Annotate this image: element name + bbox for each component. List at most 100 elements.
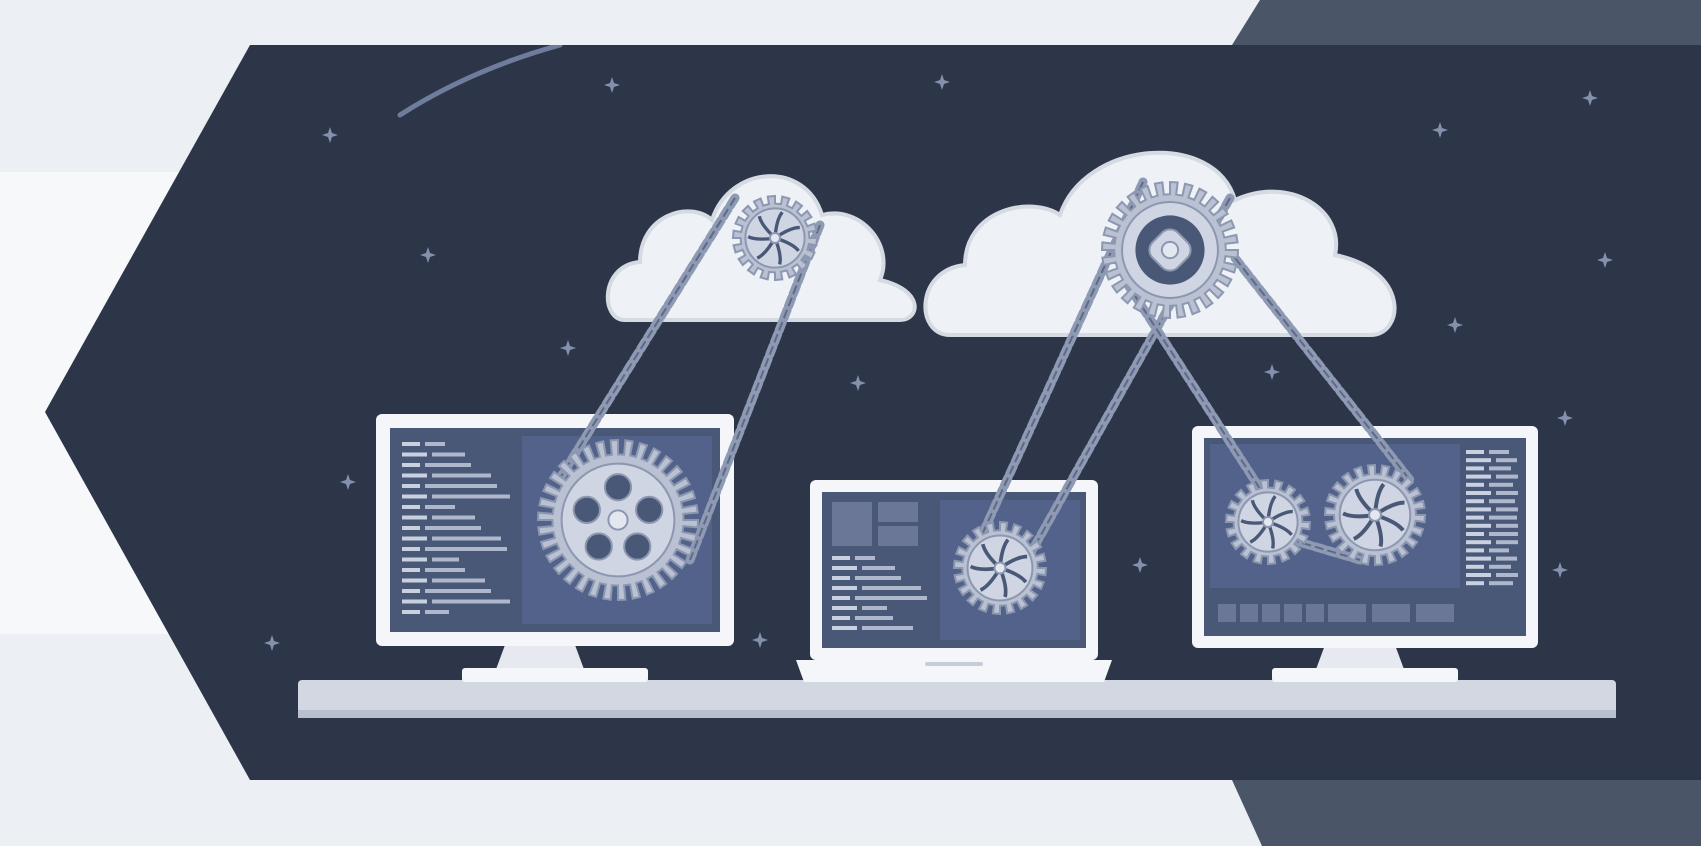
taskbar-block [1240, 604, 1258, 622]
code-line [1489, 532, 1518, 536]
illustration-svg [0, 0, 1701, 846]
code-line [1496, 540, 1518, 545]
code-line [432, 494, 510, 499]
code-line [855, 576, 901, 580]
code-line [1496, 491, 1518, 495]
code-line [402, 473, 427, 478]
code-line [432, 536, 501, 541]
code-line [1466, 458, 1491, 463]
code-line [402, 484, 420, 488]
taskbar-block [1416, 604, 1454, 622]
code-line [1489, 466, 1511, 471]
code-line [1489, 450, 1509, 454]
code-line [425, 526, 481, 530]
code-line [1496, 474, 1518, 479]
code-line [425, 589, 491, 593]
corner-accent-top [1232, 0, 1701, 45]
code-line [1489, 548, 1509, 553]
desk-shadow [298, 710, 1616, 718]
code-line [1496, 556, 1517, 561]
code-line [402, 494, 427, 499]
code-line [1466, 482, 1484, 487]
code-line [855, 616, 893, 620]
code-line [1489, 482, 1513, 487]
code-line [432, 578, 485, 583]
code-line [1466, 556, 1491, 561]
code-line [402, 505, 420, 509]
code-line [1466, 491, 1491, 495]
code-line [1466, 564, 1484, 569]
code-line [432, 557, 459, 562]
code-line [1496, 573, 1518, 577]
code-line [1466, 540, 1491, 545]
code-line [1466, 581, 1484, 586]
taskbar-block [1306, 604, 1324, 622]
code-line [402, 578, 427, 583]
code-line [402, 547, 420, 551]
code-line [832, 586, 857, 590]
code-line [425, 442, 445, 446]
code-line [832, 576, 850, 580]
code-line [1466, 573, 1491, 577]
code-line [855, 556, 875, 560]
code-line [832, 626, 857, 630]
code-line [862, 626, 913, 630]
code-line [402, 452, 427, 457]
taskbar-block [1284, 604, 1302, 622]
code-line [1466, 515, 1484, 520]
code-line [1466, 499, 1484, 504]
code-line [832, 606, 857, 610]
code-line [402, 515, 427, 520]
code-line [402, 589, 420, 593]
code-line [432, 452, 465, 457]
code-line [425, 463, 471, 467]
code-line [432, 515, 475, 520]
code-line [425, 505, 455, 509]
code-line [1466, 474, 1491, 479]
code-line [1466, 507, 1491, 512]
code-line [1496, 458, 1517, 463]
code-line [1489, 515, 1517, 520]
laptop-icon [796, 480, 1112, 682]
code-line [402, 557, 427, 562]
gear-icon [952, 520, 1048, 616]
taskbar-block [1262, 604, 1280, 622]
code-line [425, 484, 497, 488]
code-line [402, 536, 427, 541]
code-line [1466, 466, 1484, 471]
code-line [432, 473, 491, 478]
code-line [862, 566, 895, 570]
code-line [1489, 499, 1515, 504]
gear-icon [1100, 180, 1240, 320]
code-line [862, 586, 921, 590]
code-line [832, 596, 850, 600]
code-line [432, 599, 510, 604]
taskbar-block [1218, 604, 1236, 622]
code-line [402, 526, 420, 530]
code-line [1489, 564, 1511, 569]
taskbar-block [1372, 604, 1410, 622]
code-line [1496, 523, 1518, 528]
code-line [832, 556, 850, 560]
code-line [425, 568, 465, 572]
code-line [1496, 507, 1518, 512]
illustration-canvas [0, 0, 1701, 846]
code-line [402, 463, 420, 467]
code-line [1466, 548, 1484, 553]
code-line [425, 610, 449, 614]
code-line [402, 610, 420, 614]
code-line [1489, 581, 1513, 586]
code-line [1466, 532, 1484, 536]
code-line [832, 566, 857, 570]
code-line [402, 568, 420, 572]
code-line [425, 547, 507, 551]
code-line [862, 606, 887, 610]
code-line [832, 616, 850, 620]
code-line [855, 596, 927, 600]
taskbar-block [1328, 604, 1366, 622]
code-line [1466, 450, 1484, 454]
corner-accent-bottom [1232, 780, 1701, 846]
code-line [402, 442, 420, 446]
code-line [1466, 523, 1491, 528]
code-line [402, 599, 427, 604]
